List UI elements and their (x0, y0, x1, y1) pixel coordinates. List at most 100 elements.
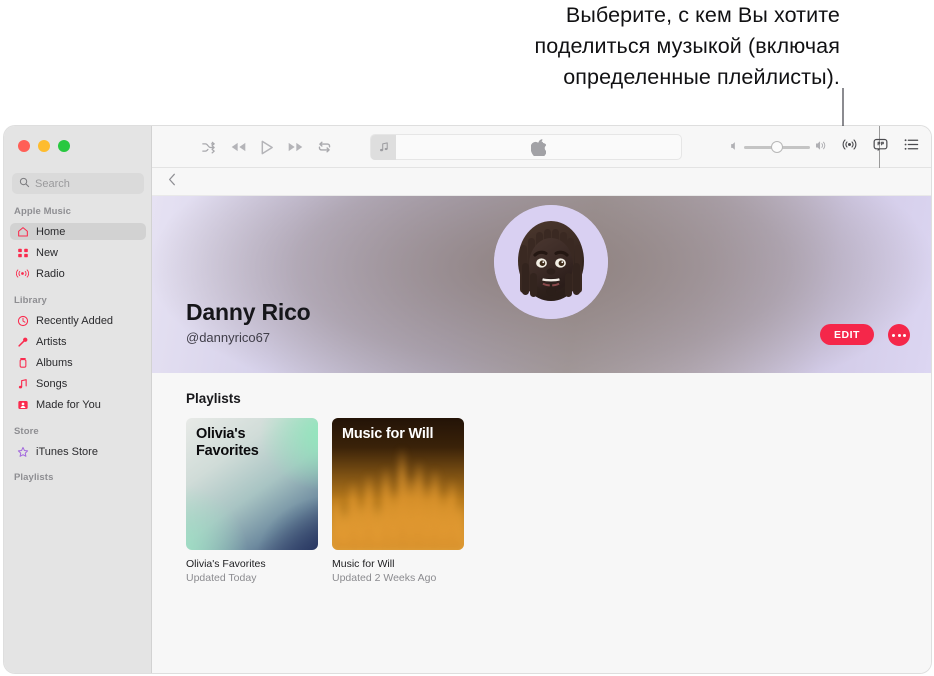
person-card-icon (16, 398, 29, 411)
equalizer-bar (406, 476, 415, 550)
clock-icon (16, 314, 29, 327)
queue-list-icon[interactable] (904, 138, 919, 156)
now-playing-display[interactable] (370, 134, 682, 160)
avatar[interactable] (494, 205, 608, 319)
callout-line-3: определенные плейлисты). (563, 65, 840, 89)
search-input[interactable]: Search (12, 173, 144, 194)
sidebar-item-label: Made for You (36, 398, 101, 411)
music-note-icon (16, 377, 29, 390)
callout-text: Выберите, с кем Вы хотите поделиться муз… (320, 0, 840, 93)
sidebar-item-label: iTunes Store (36, 445, 98, 458)
equalizer-bar (332, 494, 341, 550)
sidebar-section-playlists: Playlists (14, 472, 54, 483)
grid-new-icon (16, 246, 29, 259)
sidebar: Search Apple Music Home New Radio Librar… (4, 126, 152, 673)
equalizer-bar (398, 447, 407, 550)
volume-knob[interactable] (771, 141, 783, 153)
zoom-window-button[interactable] (58, 140, 70, 152)
equalizer-bar (381, 465, 390, 550)
close-window-button[interactable] (18, 140, 30, 152)
sidebar-section-library: Library (14, 295, 47, 306)
sidebar-item-itunes-store[interactable]: iTunes Store (10, 443, 146, 460)
sidebar-item-recently-added[interactable]: Recently Added (10, 312, 146, 329)
speaker-low-icon (730, 138, 739, 156)
album-icon (16, 356, 29, 369)
equalizer-bar (422, 484, 431, 550)
repeat-button[interactable] (317, 140, 332, 154)
equalizer-bar (340, 510, 349, 550)
more-dot (897, 333, 901, 337)
previous-button[interactable] (230, 141, 247, 153)
search-placeholder: Search (35, 177, 70, 190)
lyrics-bubble-icon[interactable] (873, 138, 888, 157)
playlist-artwork[interactable]: Olivia's Favorites (186, 418, 318, 550)
playback-controls (202, 126, 332, 168)
apple-logo-icon (396, 138, 681, 156)
playlist-title: Music for Will (332, 558, 395, 570)
equalizer-bar (348, 481, 357, 550)
profile-header: Danny Rico @dannyrico67 EDIT (152, 196, 931, 373)
equalizer-bar (356, 499, 365, 550)
sidebar-item-label: Songs (36, 377, 68, 390)
content-area: Playlists Olivia's Favorites Olivia's Fa… (152, 373, 931, 673)
equalizer-bar (447, 478, 456, 550)
equalizer-bar (389, 489, 398, 550)
screenshot-root: Выберите, с кем Вы хотите поделиться муз… (0, 0, 934, 676)
page-title: Danny Rico (186, 299, 311, 325)
profile-handle: @dannyrico67 (186, 330, 271, 345)
playlist-title: Olivia's Favorites (186, 558, 266, 570)
sidebar-item-label: New (36, 246, 59, 259)
playlist-subtitle: Updated Today (186, 572, 257, 584)
sidebar-item-new[interactable]: New (10, 244, 146, 261)
sidebar-item-label: Radio (36, 267, 65, 280)
speaker-high-icon (815, 138, 828, 156)
sidebar-item-label: Home (36, 225, 66, 238)
section-title-playlists: Playlists (186, 391, 241, 406)
artwork-title-line2: Favorites (196, 443, 259, 459)
equalizer-bar (365, 473, 374, 550)
sidebar-item-made-for-you[interactable]: Made for You (10, 396, 146, 413)
shuffle-button[interactable] (202, 141, 217, 154)
sidebar-item-artists[interactable]: Artists (10, 333, 146, 350)
sidebar-item-radio[interactable]: Radio (10, 265, 146, 282)
sidebar-item-albums[interactable]: Albums (10, 354, 146, 371)
navigation-bar (152, 168, 931, 196)
toolbar-right-actions (842, 126, 919, 168)
radio-broadcast-icon (16, 267, 29, 280)
star-icon (16, 445, 29, 458)
minimize-window-button[interactable] (38, 140, 50, 152)
volume-slider[interactable] (744, 141, 810, 153)
volume-control[interactable] (730, 126, 828, 168)
artwork-title-line1: Olivia's (196, 426, 246, 442)
window-traffic-lights (18, 140, 70, 152)
playlist-card[interactable]: Olivia's Favorites Olivia's Favorites Up… (186, 418, 318, 584)
equalizer-bar (431, 468, 440, 550)
music-note-icon (371, 134, 396, 160)
microphone-icon (16, 335, 29, 348)
playlist-subtitle: Updated 2 Weeks Ago (332, 572, 437, 584)
playlist-card[interactable]: Music for Will Music for Will Updated 2 … (332, 418, 464, 584)
more-options-button[interactable] (888, 324, 910, 346)
toolbar (152, 126, 931, 168)
sidebar-item-songs[interactable]: Songs (10, 375, 146, 392)
sidebar-section-store: Store (14, 426, 39, 437)
airplay-icon[interactable] (842, 137, 857, 157)
more-dot (892, 333, 896, 337)
chevron-left-icon[interactable] (168, 173, 177, 191)
sidebar-item-label: Albums (36, 356, 73, 369)
more-dot (902, 333, 906, 337)
sidebar-item-home[interactable]: Home (10, 223, 146, 240)
artwork-title: Olivia's Favorites (196, 426, 310, 460)
next-button[interactable] (287, 141, 304, 153)
home-icon (16, 225, 29, 238)
equalizer-bar (439, 491, 448, 550)
playlist-artwork[interactable]: Music for Will (332, 418, 464, 550)
sidebar-item-label: Artists (36, 335, 67, 348)
artwork-title: Music for Will (342, 426, 456, 443)
sidebar-item-label: Recently Added (36, 314, 114, 327)
play-button[interactable] (260, 140, 274, 155)
edit-button[interactable]: EDIT (820, 324, 874, 345)
sidebar-section-apple-music: Apple Music (14, 206, 72, 217)
music-app-window: Search Apple Music Home New Radio Librar… (4, 126, 931, 673)
equalizer-bar (414, 460, 423, 550)
